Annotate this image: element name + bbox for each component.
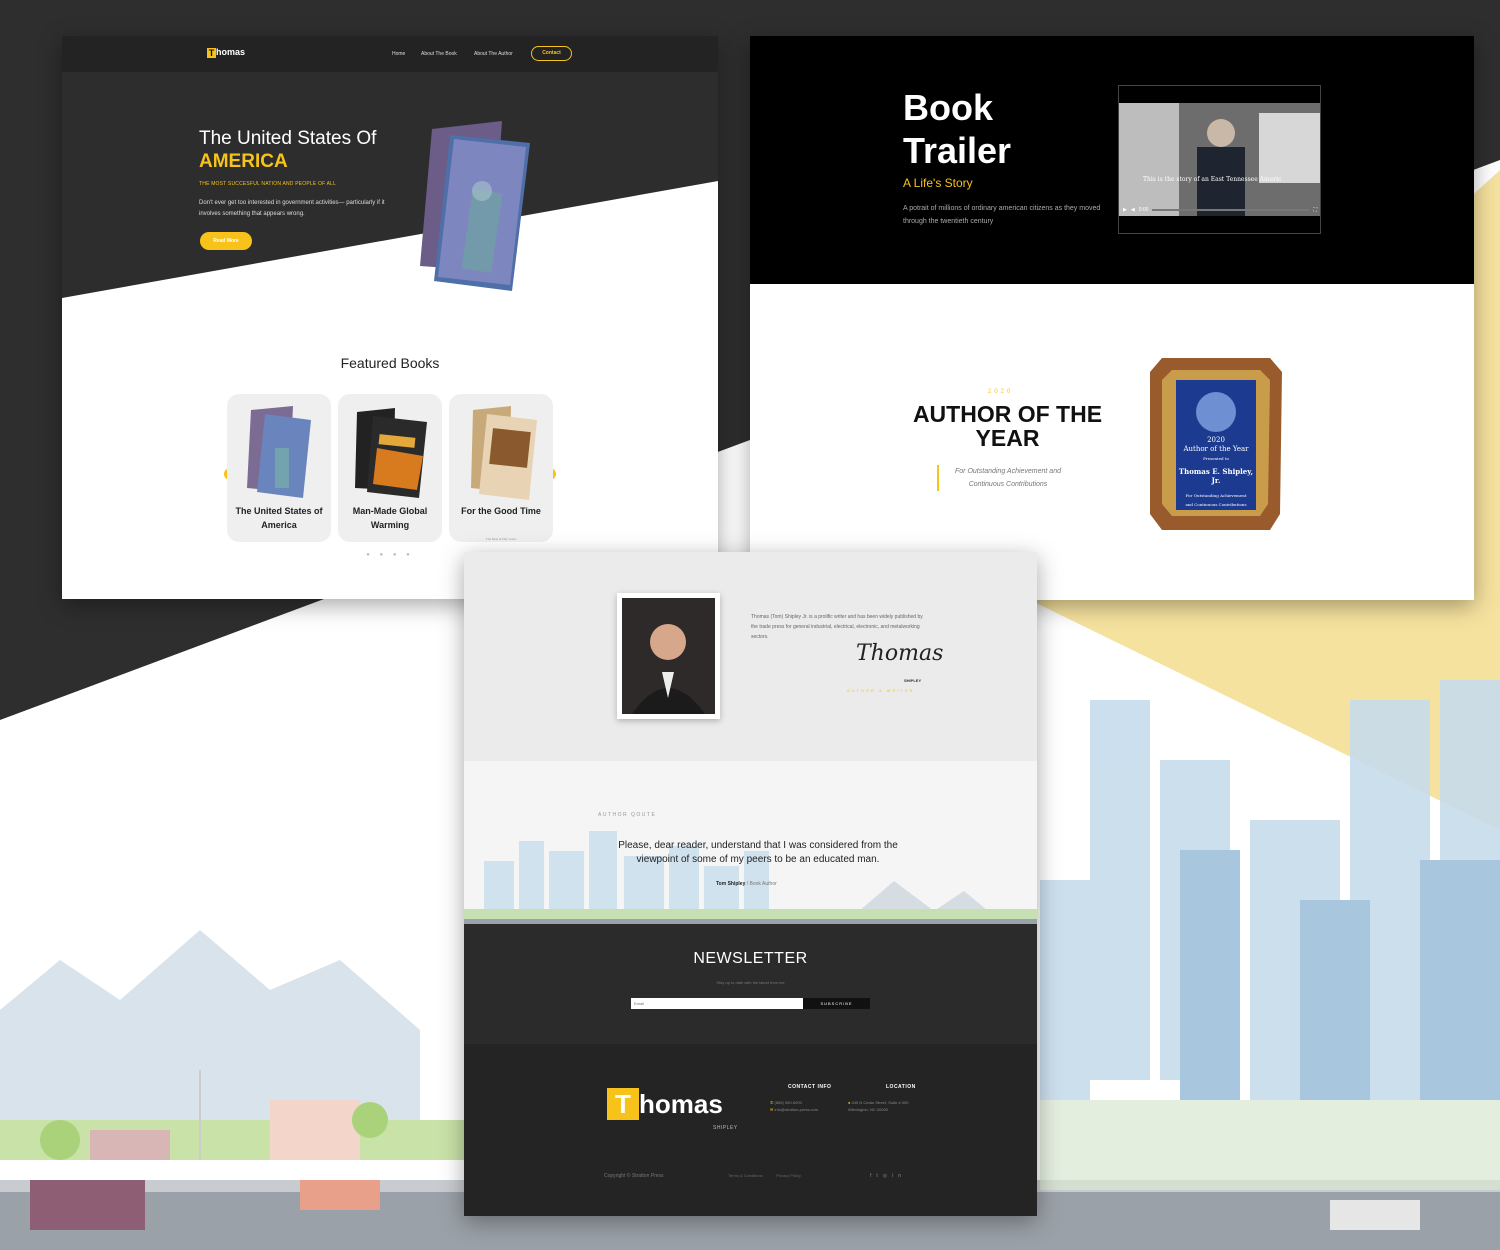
linkedin-icon[interactable]: in	[892, 1173, 906, 1179]
city-illustration	[464, 831, 1037, 924]
play-icon[interactable]: ▶	[1123, 207, 1127, 213]
award-year: 2020	[988, 389, 1014, 395]
author-portrait	[622, 598, 715, 714]
location-info: ● 445 N Cedar Street, Suite # 000 Wilmin…	[848, 1099, 920, 1113]
plaque-and: and Continuous Contributions	[1185, 502, 1247, 507]
trailer-subtitle: A Life's Story	[903, 176, 973, 190]
footer: Thomas SHIPLEY CONTACT INFO ✆ (865) 000-…	[464, 1044, 1037, 1216]
award-title: AUTHOR OF THE YEAR	[912, 401, 1103, 451]
quote-author: Tom Shipley	[716, 881, 746, 887]
navbar: Thomas Home About The Book About The Aut…	[62, 36, 718, 72]
contact-email[interactable]: info@stratton-press.com	[774, 1107, 818, 1112]
social-icons: ft◎in	[870, 1173, 906, 1179]
quote-label: AUTHOR QOUTE	[598, 812, 657, 818]
book-title: Man-Made Global Warming	[352, 506, 428, 530]
newsletter-email-input[interactable]	[631, 998, 803, 1009]
trailer-award-panel: Book Trailer A Life's Story A potrait of…	[750, 36, 1474, 600]
contact-button[interactable]: Contact	[531, 46, 572, 61]
hero-subtitle: THE MOST SUCCESFUL NATION AND PEOPLE OF …	[199, 181, 337, 187]
book-card[interactable]: For the Good Time The Best of Fifty Year…	[449, 394, 553, 542]
volume-icon[interactable]: ◀	[1131, 207, 1135, 213]
terms-link[interactable]: Terms & Conditions	[728, 1173, 763, 1178]
trailer-title: Book Trailer	[903, 87, 1012, 171]
nav-about-book[interactable]: About The Book	[421, 51, 457, 57]
subscribe-button[interactable]: SUBSCRIBE	[803, 998, 870, 1009]
home-page-panel: Thomas Home About The Book About The Aut…	[62, 36, 718, 599]
award-plaque: 2020 Author of the Year Presented to Tho…	[1148, 354, 1284, 532]
video-controls: ▶ ◀ 0:00 ⛶	[1123, 206, 1317, 214]
featured-books-title: Featured Books	[340, 355, 440, 371]
copyright: Copyright © Stratton Press	[604, 1173, 664, 1179]
footer-logo-sub: SHIPLEY	[713, 1125, 738, 1131]
book-tagline: The Best of Fifty Years	[485, 537, 517, 541]
location-title: LOCATION	[886, 1084, 916, 1090]
nav-home[interactable]: Home	[392, 51, 405, 57]
author-signature: Thomas	[856, 641, 944, 666]
contact-info: ✆ (865) 000-0000 ✉ info@stratton-press.c…	[770, 1099, 860, 1113]
book-cover-usa	[247, 406, 311, 498]
quote-text: Please, dear reader, understand that I w…	[618, 840, 898, 865]
book-card[interactable]: The United States of America	[227, 394, 331, 542]
privacy-link[interactable]: Privacy Policy	[776, 1173, 801, 1178]
site-logo[interactable]: Thomas	[207, 47, 245, 58]
quote-attribution: Tom Shipley / Book Author	[716, 881, 777, 887]
hero-book-image	[420, 121, 530, 291]
plaque-line: Author of the Year	[1183, 445, 1249, 453]
video-time: 0:00	[1138, 207, 1149, 213]
plaque-name: Thomas E. Shipley, Jr.	[1178, 467, 1254, 485]
plaque-year: 2020	[1207, 436, 1225, 444]
read-more-button[interactable]: Read More	[200, 232, 252, 250]
book-title: The United States of America	[235, 506, 323, 530]
video-caption: This is the story of an East Tennessee A…	[1143, 176, 1282, 183]
contact-info-title: CONTACT INFO	[788, 1084, 832, 1090]
author-bio: Thomas (Tom) Shipley Jr. is a prolific w…	[751, 614, 923, 640]
video-progress-bar[interactable]	[1152, 209, 1310, 211]
nav-about-author[interactable]: About The Author	[474, 51, 513, 57]
trailer-description: A potrait of millions of ordinary americ…	[903, 205, 1101, 225]
book-cover-global-warming	[355, 408, 427, 498]
hero-background	[62, 36, 718, 298]
hero-description: Don't ever get too interested in governm…	[199, 200, 385, 217]
author-photo	[617, 593, 720, 719]
fullscreen-icon[interactable]: ⛶	[1313, 207, 1317, 213]
book-cover-good-times	[471, 406, 537, 500]
contact-phone[interactable]: (865) 000-0000	[774, 1100, 801, 1105]
trailer-section	[750, 36, 1474, 284]
location-icon: ●	[848, 1100, 851, 1105]
instagram-icon[interactable]: ◎	[883, 1173, 892, 1179]
hero-title-accent: AMERICA	[199, 151, 288, 172]
email-icon: ✉	[770, 1107, 774, 1112]
video-player[interactable]: This is the story of an East Tennessee A…	[1118, 85, 1321, 234]
phone-icon: ✆	[770, 1100, 774, 1105]
plaque-text: 2020 Author of the Year Presented to Tho…	[1176, 436, 1256, 509]
signature-sub: SHIPLEY	[904, 678, 922, 683]
plaque-presented: Presented to	[1203, 456, 1229, 461]
footer-logo[interactable]: Thomas	[607, 1088, 723, 1120]
newsletter-title: NEWSLETTER	[693, 950, 808, 967]
quote-role: / Book Author	[746, 881, 777, 887]
book-card[interactable]: Man-Made Global Warming	[338, 394, 442, 542]
hero-title: The United States Of	[199, 128, 377, 149]
plaque-for: For Outstanding Achievement	[1185, 493, 1247, 498]
author-page-panel: Thomas (Tom) Shipley Jr. is a prolific w…	[464, 552, 1037, 1216]
quote-section: AUTHOR QOUTE Please, dear reader, unders…	[464, 761, 1037, 924]
location-address: 445 N Cedar Street, Suite # 000 Wilmingt…	[848, 1100, 909, 1112]
newsletter-section: NEWSLETTER Stay up to date with the late…	[464, 924, 1037, 1044]
book-title: For the Good Time	[461, 506, 541, 516]
author-role: AUTHOR & WRITER	[847, 688, 915, 693]
award-description: For Outstanding Achievement and Continuo…	[937, 465, 1077, 491]
newsletter-subtitle: Stay up to date with the latest from me	[716, 980, 785, 985]
video-frame	[1119, 103, 1320, 216]
